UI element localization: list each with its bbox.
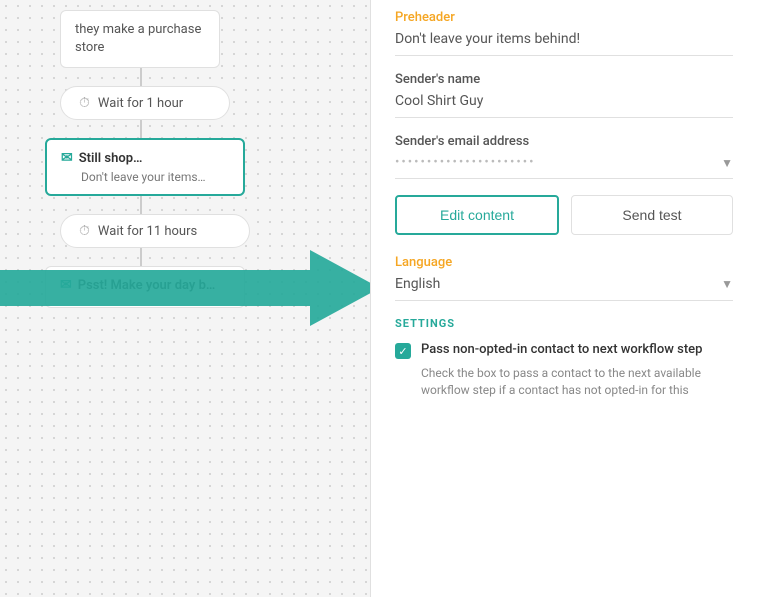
- senders-name-label: Sender's name: [395, 72, 733, 87]
- left-panel: they make a purchase store ⏱ Wait for 1 …: [0, 0, 370, 597]
- email-card-1[interactable]: ✉ Still shop… Don't leave your items…: [45, 138, 245, 196]
- senders-name-value: Cool Shirt Guy: [395, 93, 733, 118]
- senders-email-section: Sender's email address •••••••••••••••••…: [395, 134, 733, 179]
- send-test-button[interactable]: Send test: [571, 195, 733, 235]
- email-1-title: Still shop…: [79, 151, 143, 166]
- language-value: English: [395, 276, 440, 292]
- preheader-section: Preheader Don't leave your items behind!: [395, 10, 733, 56]
- email-1-subtitle: Don't leave your items…: [61, 170, 229, 184]
- senders-name-section: Sender's name Cool Shirt Guy: [395, 72, 733, 118]
- settings-section: SETTINGS ✓ Pass non-opted-in contact to …: [395, 317, 733, 399]
- edit-content-button[interactable]: Edit content: [395, 195, 559, 235]
- opt-in-checkbox-row: ✓ Pass non-opted-in contact to next work…: [395, 342, 733, 359]
- preheader-label: Preheader: [395, 10, 733, 25]
- senders-email-label: Sender's email address: [395, 134, 733, 149]
- opt-in-checkbox[interactable]: ✓: [395, 343, 411, 359]
- clock-icon-2: ⏱: [79, 223, 90, 239]
- senders-email-chevron[interactable]: ▼: [721, 156, 733, 170]
- action-buttons-row: Edit content Send test: [395, 195, 733, 235]
- connector-2: [140, 120, 142, 138]
- preheader-value: Don't leave your items behind!: [395, 31, 733, 56]
- wait-node-2[interactable]: ⏱ Wait for 11 hours: [60, 214, 250, 248]
- purchase-card-store: store: [75, 40, 104, 55]
- wait-2-label: Wait for 11 hours: [98, 224, 197, 239]
- email-icon-1: ✉: [61, 150, 73, 166]
- language-chevron[interactable]: ▼: [721, 277, 733, 291]
- checkbox-checkmark: ✓: [398, 345, 407, 358]
- opt-in-checkbox-desc: Check the box to pass a contact to the n…: [421, 365, 733, 399]
- purchase-card-text: they make a purchase: [75, 22, 201, 37]
- senders-email-dropdown[interactable]: •••••••••••••••••••••• ▼: [395, 155, 733, 179]
- wait-1-label: Wait for 1 hour: [98, 96, 183, 111]
- right-panel: Preheader Don't leave your items behind!…: [370, 0, 757, 597]
- email-card-1-header: ✉ Still shop…: [61, 150, 229, 166]
- arrow-indicator: [0, 250, 370, 334]
- connector-1: [140, 68, 142, 86]
- settings-section-label: SETTINGS: [395, 317, 733, 330]
- language-dropdown[interactable]: English ▼: [395, 276, 733, 301]
- language-label: Language: [395, 255, 733, 270]
- purchase-card: they make a purchase store: [60, 10, 220, 68]
- senders-email-blurred: ••••••••••••••••••••••: [395, 155, 536, 170]
- clock-icon-1: ⏱: [79, 95, 90, 111]
- wait-node-1[interactable]: ⏱ Wait for 1 hour: [60, 86, 230, 120]
- connector-3: [140, 196, 142, 214]
- opt-in-checkbox-label: Pass non-opted-in contact to next workfl…: [421, 342, 702, 357]
- language-section: Language English ▼: [395, 255, 733, 301]
